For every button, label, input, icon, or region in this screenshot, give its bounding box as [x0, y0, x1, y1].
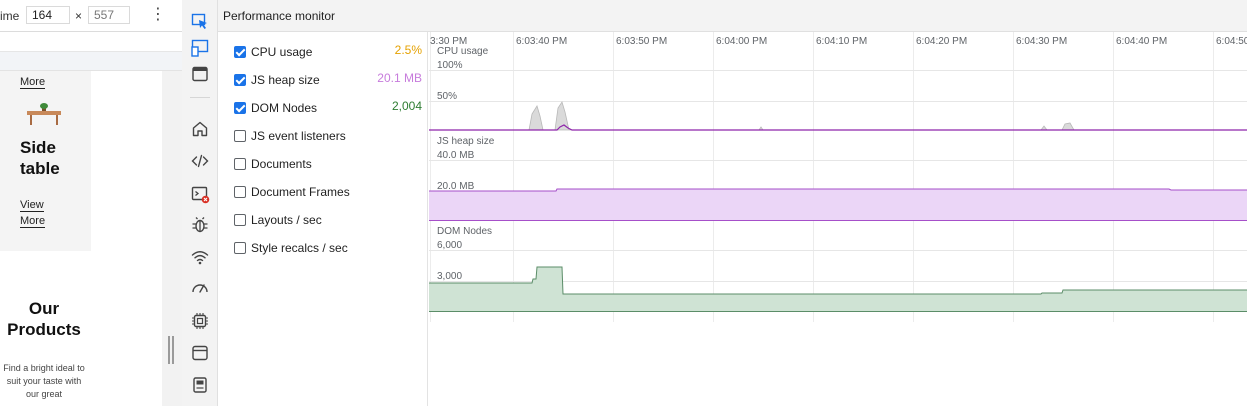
js-heap-area: [429, 189, 1247, 220]
metric-value: 20.1 MB: [377, 71, 422, 85]
metric-layouts-sec[interactable]: Layouts / sec: [232, 211, 422, 231]
metric-js-event-listeners[interactable]: JS event listeners: [232, 127, 422, 147]
metric-js-heap-size[interactable]: JS heap size 20.1 MB: [232, 71, 422, 91]
inspect-icon[interactable]: [190, 12, 210, 32]
metric-label: Document Frames: [251, 185, 350, 199]
chart-gridline-label: 6,000: [437, 240, 462, 251]
section-title: Our Products: [7, 299, 81, 339]
device-toolbar: ime 164 × 557 ⋮: [0, 0, 182, 32]
metric-label: CPU usage: [251, 45, 313, 59]
chart-gridline-label: 3,000: [437, 271, 462, 282]
media-query-bar: [0, 32, 182, 52]
panel-header: Performance monitor: [218, 0, 1247, 32]
dimensions-times: ×: [75, 9, 83, 23]
more-link-2[interactable]: More: [20, 215, 46, 228]
chart-gridline-label: 50%: [437, 91, 457, 102]
cpu-usage-line: [429, 124, 1247, 131]
home-icon[interactable]: [190, 119, 210, 139]
time-tick-label: 6:03:50 PM: [616, 36, 667, 47]
devtools-window: ime 164 × 557 ⋮ More Side table View Mor…: [0, 0, 1247, 406]
metric-label: JS heap size: [251, 73, 320, 87]
metric-checkbox[interactable]: [234, 130, 246, 142]
time-tick-label: 6:04:40 PM: [1116, 36, 1167, 47]
time-tick-label: 6:04:30 PM: [1016, 36, 1067, 47]
section-description: Find a bright ideal to suit your taste w…: [3, 363, 85, 399]
cpu-usage-area: [429, 101, 1247, 131]
time-tick-label: 6:04:10 PM: [816, 36, 867, 47]
resize-handle[interactable]: [168, 336, 174, 364]
panel-title: Performance monitor: [223, 9, 336, 23]
chart-gridline-label: 40.0 MB: [437, 150, 475, 161]
time-tick-label: 6:03:40 PM: [516, 36, 567, 47]
metric-value: 2.5%: [394, 43, 422, 57]
dom-nodes-area: [429, 267, 1247, 311]
page-viewport: More Side table View More Our Products F…: [0, 71, 162, 406]
ruler-bar: [0, 52, 182, 71]
device-width-input[interactable]: 164: [26, 6, 70, 24]
metrics-list: CPU usage 2.5% JS heap size 20.1 MB DOM Node…: [218, 32, 428, 406]
time-tick-label: 6:04:50: [1216, 36, 1247, 47]
memory-chip-icon[interactable]: [190, 311, 210, 331]
storage-icon[interactable]: [190, 375, 210, 395]
metric-label: JS event listeners: [251, 129, 346, 143]
metric-label: Layouts / sec: [251, 213, 322, 227]
activity-divider: [190, 97, 210, 98]
view-link[interactable]: View: [20, 199, 44, 212]
device-toggle-icon[interactable]: [190, 38, 210, 58]
device-height-input[interactable]: 557: [88, 6, 130, 24]
code-icon[interactable]: [190, 151, 210, 171]
application-icon[interactable]: [190, 343, 210, 363]
device-preview: ime 164 × 557 ⋮ More Side table View Mor…: [0, 0, 182, 406]
metric-checkbox[interactable]: [234, 158, 246, 170]
chart-gridline-label: 20.0 MB: [437, 181, 475, 192]
metric-checkbox[interactable]: [234, 214, 246, 226]
metric-label: Style recalcs / sec: [251, 241, 348, 255]
metric-document-frames[interactable]: Document Frames: [232, 183, 422, 203]
timeline-svg: 3:30 PM 6:03:40 PM 6:03:50 PM 6:04:00 PM 6:0…: [429, 32, 1247, 322]
product-title: Side table: [20, 138, 60, 178]
window-icon[interactable]: [190, 64, 210, 84]
performance-icon[interactable]: [190, 278, 210, 298]
chart-name-heap: JS heap size: [437, 136, 495, 147]
activity-bar: [182, 0, 218, 406]
metric-checkbox[interactable]: [234, 242, 246, 254]
chart-gridline-label: 100%: [437, 60, 463, 71]
side-table-image: [27, 103, 61, 125]
metric-checkbox[interactable]: [234, 186, 246, 198]
console-icon[interactable]: [190, 184, 210, 204]
metric-documents[interactable]: Documents: [232, 155, 422, 175]
chart-name-cpu: CPU usage: [437, 46, 489, 57]
more-link[interactable]: More: [20, 76, 46, 89]
metric-checkbox[interactable]: [234, 46, 246, 58]
chart-name-dom: DOM Nodes: [437, 226, 492, 237]
product-card: More Side table View More: [0, 71, 91, 251]
timeline-graph: 3:30 PM 6:03:40 PM 6:03:50 PM 6:04:00 PM 6:0…: [429, 32, 1247, 406]
more-options-icon[interactable]: ⋮: [150, 4, 166, 26]
metric-checkbox[interactable]: [234, 74, 246, 86]
metric-label: Documents: [251, 157, 312, 171]
metric-checkbox[interactable]: [234, 102, 246, 114]
dimensions-label: ime: [0, 9, 20, 23]
time-tick-label: 6:04:00 PM: [716, 36, 767, 47]
time-tick-label: 6:04:20 PM: [916, 36, 967, 47]
performance-monitor-panel: Performance monitor CPU usage 2.5% JS heap…: [218, 0, 1247, 406]
metric-label: DOM Nodes: [251, 101, 318, 115]
metric-cpu-usage[interactable]: CPU usage 2.5%: [232, 43, 422, 63]
metric-value: 2,004: [391, 99, 422, 113]
metric-style-recalcs-sec[interactable]: Style recalcs / sec: [232, 239, 422, 259]
wifi-icon[interactable]: [190, 247, 210, 267]
bug-icon[interactable]: [190, 215, 210, 235]
metric-dom-nodes[interactable]: DOM Nodes 2,004: [232, 99, 422, 119]
